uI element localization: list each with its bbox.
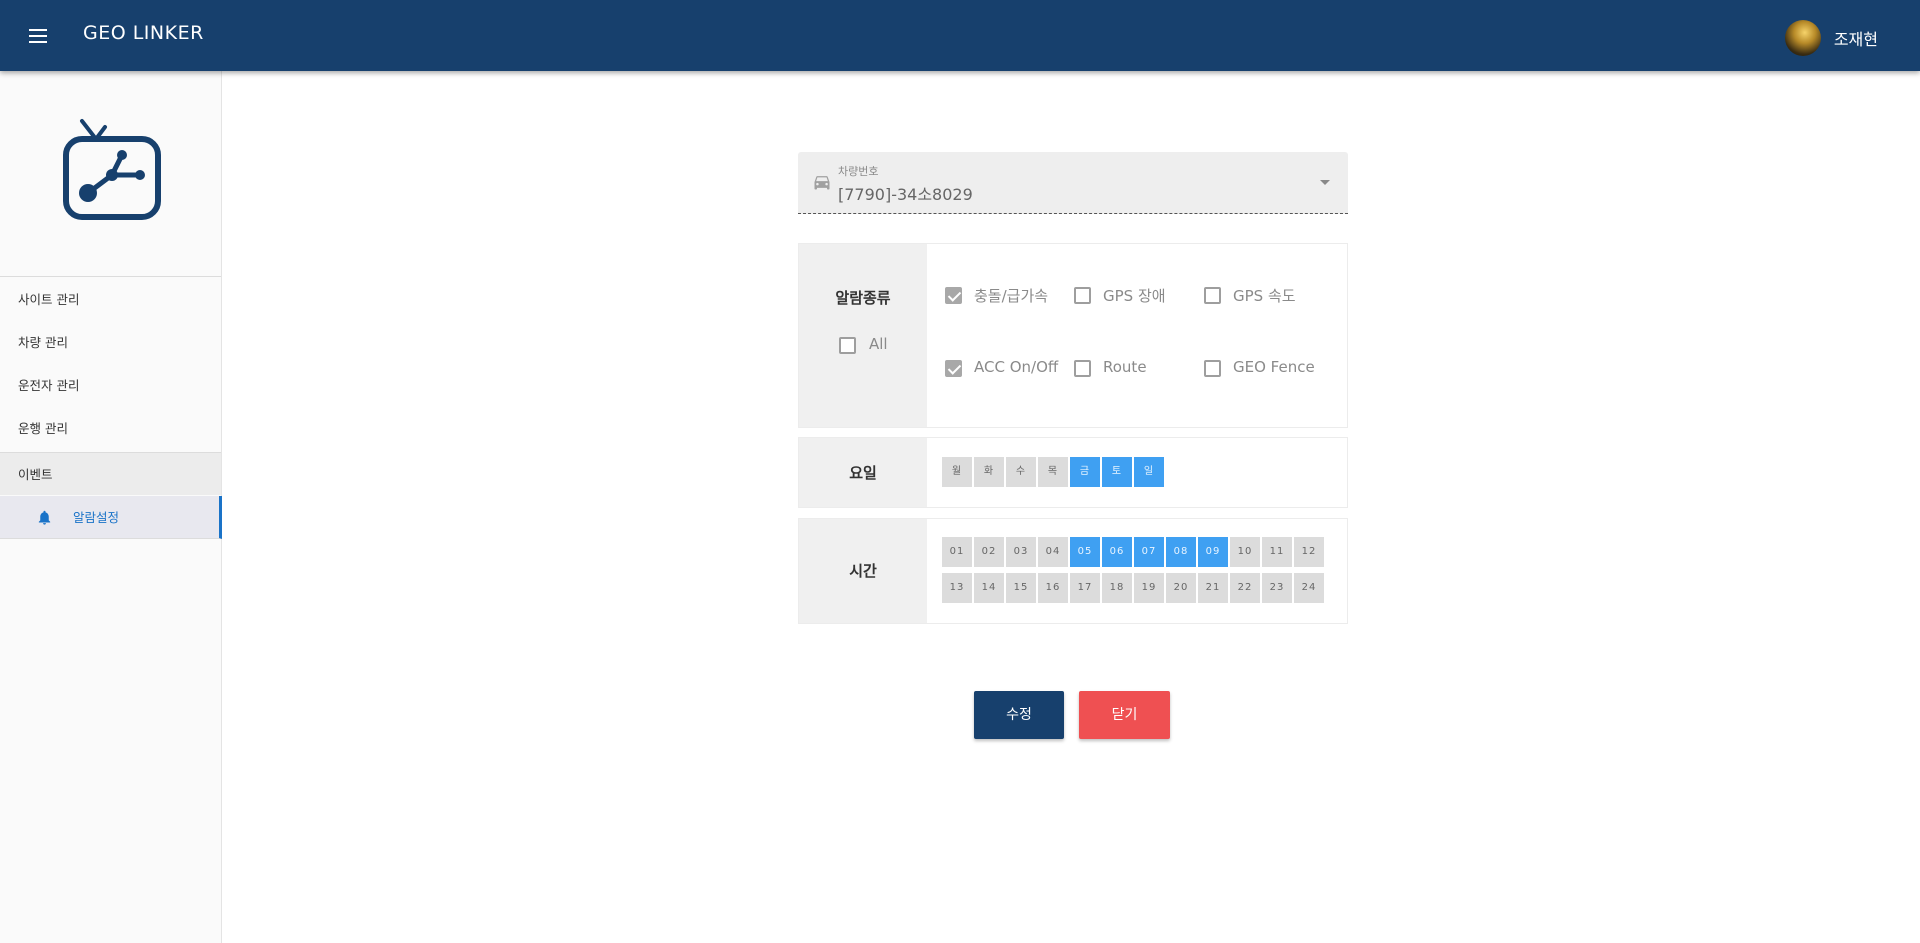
hour-pill[interactable]: 19 bbox=[1134, 573, 1164, 603]
user-menu[interactable]: 조재현 bbox=[1784, 20, 1878, 56]
hour-pill[interactable]: 21 bbox=[1198, 573, 1228, 603]
sidebar-item-site[interactable]: 사이트 관리 bbox=[0, 278, 221, 321]
sidebar-item-driver[interactable]: 운전자 관리 bbox=[0, 364, 221, 407]
alarm-route-checkbox[interactable] bbox=[1073, 359, 1093, 379]
hour-pill[interactable]: 11 bbox=[1262, 537, 1292, 567]
hour-pill[interactable]: 23 bbox=[1262, 573, 1292, 603]
hour-pill[interactable]: 13 bbox=[942, 573, 972, 603]
alarm-all-checkbox[interactable] bbox=[838, 336, 858, 356]
vehicle-number-select[interactable]: 차량번호 [7790]-34소8029 bbox=[798, 152, 1348, 214]
alarm-geofence-checkbox[interactable] bbox=[1203, 359, 1223, 379]
caret-down-icon bbox=[1320, 180, 1330, 185]
car-icon bbox=[814, 176, 830, 190]
hour-pill[interactable]: 03 bbox=[1006, 537, 1036, 567]
hour-pill[interactable]: 05 bbox=[1070, 537, 1100, 567]
hour-pill[interactable]: 16 bbox=[1038, 573, 1068, 603]
hour-pill[interactable]: 12 bbox=[1294, 537, 1324, 567]
weekday-panel: 요일 월화수목금토일 bbox=[798, 437, 1348, 508]
weekday-pill[interactable]: 수 bbox=[1006, 457, 1036, 487]
alarm-type-label: 알람종류 bbox=[835, 289, 891, 307]
geo-linker-logo bbox=[63, 119, 161, 220]
hour-pill[interactable]: 01 bbox=[942, 537, 972, 567]
hour-pill[interactable]: 10 bbox=[1230, 537, 1260, 567]
sidebar-item-alarm-settings[interactable]: 알람설정 bbox=[0, 496, 222, 539]
vehicle-number-label: 차량번호 bbox=[838, 165, 879, 178]
weekday-pill[interactable]: 목 bbox=[1038, 457, 1068, 487]
alarm-gps-speed-checkbox[interactable] bbox=[1203, 286, 1223, 306]
hour-pill[interactable]: 14 bbox=[974, 573, 1004, 603]
bell-icon bbox=[38, 510, 51, 525]
weekday-label: 요일 bbox=[849, 464, 877, 482]
sidebar-item-operation[interactable]: 운행 관리 bbox=[0, 407, 221, 450]
sidebar-group-event[interactable]: 이벤트 bbox=[0, 452, 221, 495]
hour-pill[interactable]: 18 bbox=[1102, 573, 1132, 603]
hour-pill[interactable]: 04 bbox=[1038, 537, 1068, 567]
hour-pill[interactable]: 15 bbox=[1006, 573, 1036, 603]
alarm-type-header: 알람종류 All bbox=[799, 244, 927, 427]
hour-pill[interactable]: 06 bbox=[1102, 537, 1132, 567]
hour-pill[interactable]: 22 bbox=[1230, 573, 1260, 603]
alarm-gps-speed-label: GPS 속도 bbox=[1233, 287, 1296, 305]
alarm-gps-fault-checkbox[interactable] bbox=[1073, 286, 1093, 306]
alarm-collision-checkbox[interactable] bbox=[944, 286, 964, 306]
hour-pill[interactable]: 07 bbox=[1134, 537, 1164, 567]
app-title: GEO LINKER bbox=[83, 22, 204, 44]
alarm-collision-label: 충돌/급가속 bbox=[974, 287, 1049, 305]
alarm-type-panel: 알람종류 All 충돌/급가속 GPS 장애 GPS 속도 ACC On/Off… bbox=[798, 243, 1348, 428]
weekday-pill[interactable]: 금 bbox=[1070, 457, 1100, 487]
hour-pill[interactable]: 17 bbox=[1070, 573, 1100, 603]
avatar[interactable] bbox=[1784, 20, 1821, 56]
alarm-all-label: All bbox=[869, 335, 888, 353]
vehicle-number-value: [7790]-34소8029 bbox=[838, 185, 973, 204]
hour-pill[interactable]: 24 bbox=[1294, 573, 1324, 603]
weekday-header: 요일 bbox=[799, 438, 927, 507]
alarm-gps-fault-label: GPS 장애 bbox=[1103, 287, 1166, 305]
user-name[interactable]: 조재현 bbox=[1834, 26, 1878, 50]
hour-pill[interactable]: 09 bbox=[1198, 537, 1228, 567]
hour-pill[interactable]: 08 bbox=[1166, 537, 1196, 567]
edit-button[interactable]: 수정 bbox=[974, 691, 1064, 739]
sidebar-item-vehicle[interactable]: 차량 관리 bbox=[0, 321, 221, 364]
time-label: 시간 bbox=[849, 562, 877, 580]
sidebar: 사이트 관리 차량 관리 운전자 관리 운행 관리 이벤트 알람설정 bbox=[0, 71, 222, 943]
alarm-acc-label: ACC On/Off bbox=[974, 358, 1059, 376]
time-panel: 시간 01 02 03 04 05 06 07 08 09 10 11 12 13 14 15 16 17 18 1… bbox=[798, 518, 1348, 624]
time-header: 시간 bbox=[799, 519, 927, 623]
hour-pill[interactable]: 20 bbox=[1166, 573, 1196, 603]
weekday-pill[interactable]: 토 bbox=[1102, 457, 1132, 487]
alarm-acc-checkbox[interactable] bbox=[944, 359, 964, 379]
weekday-pill[interactable]: 화 bbox=[974, 457, 1004, 487]
app-bar: GEO LINKER 조재현 bbox=[0, 0, 1920, 71]
sidebar-item-label: 알람설정 bbox=[73, 510, 120, 525]
weekday-pill[interactable]: 일 bbox=[1134, 457, 1164, 487]
menu-icon[interactable] bbox=[26, 24, 52, 46]
alarm-geofence-label: GEO Fence bbox=[1233, 358, 1315, 376]
sidebar-divider bbox=[0, 276, 221, 277]
weekday-pill[interactable]: 월 bbox=[942, 457, 972, 487]
hour-pill[interactable]: 02 bbox=[974, 537, 1004, 567]
close-button[interactable]: 닫기 bbox=[1079, 691, 1170, 739]
alarm-route-label: Route bbox=[1103, 358, 1147, 376]
